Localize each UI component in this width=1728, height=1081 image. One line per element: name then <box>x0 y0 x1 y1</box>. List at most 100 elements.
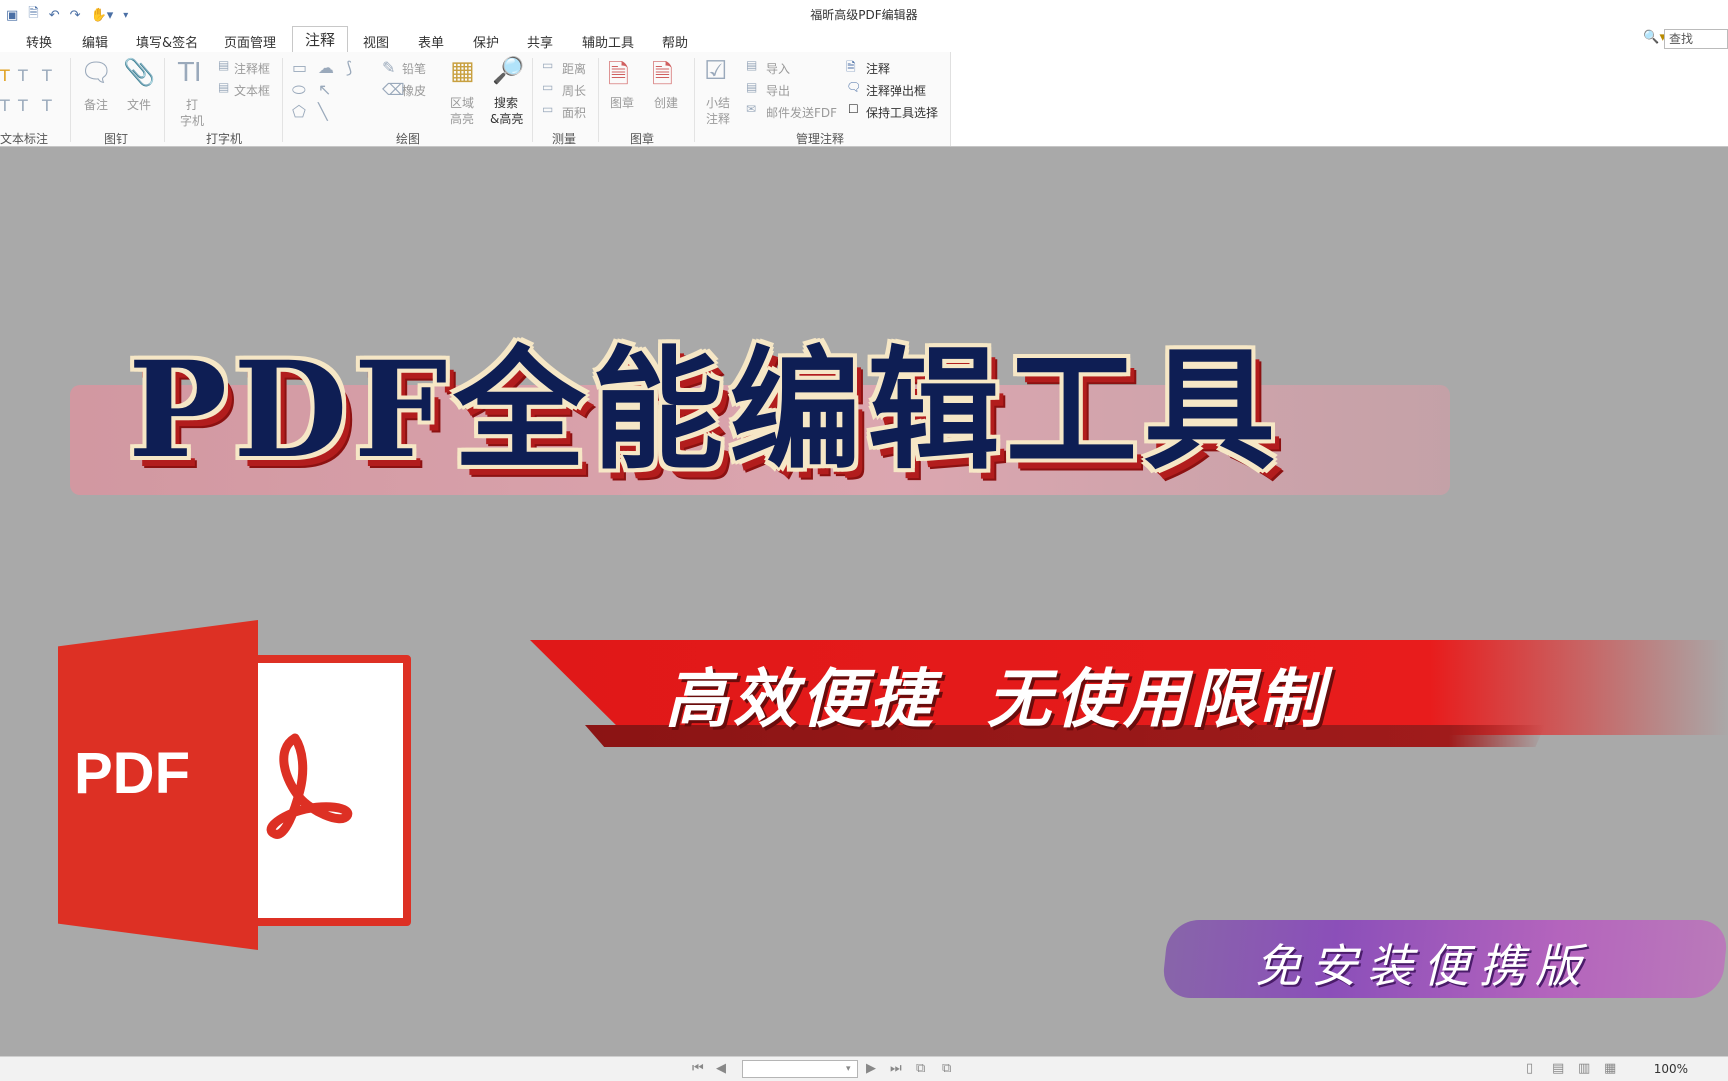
zoom-level[interactable]: 100% <box>1654 1062 1688 1076</box>
facing-page-icon[interactable]: ▥ <box>1578 1061 1590 1076</box>
line-icon[interactable]: ╲ <box>318 102 328 121</box>
single-page-icon[interactable]: ▯ <box>1526 1061 1533 1076</box>
ribbon-tabs: 转换 编辑 填写&签名 页面管理 注释 视图 表单 保护 共享 辅助工具 帮助 <box>0 26 1728 53</box>
tab-help[interactable]: 帮助 <box>662 32 688 51</box>
pencil-icon[interactable]: ✎ <box>382 58 395 77</box>
create-stamp-button[interactable]: 创建 <box>654 94 678 111</box>
tab-protect[interactable]: 保护 <box>473 32 499 51</box>
strikeout-icon[interactable]: T <box>42 66 52 85</box>
typewriter-button-line2[interactable]: 字机 <box>180 112 204 129</box>
group-label-typewriter: 打字机 <box>206 132 243 146</box>
area-icon[interactable]: ▭ <box>542 102 553 116</box>
first-page-icon[interactable]: ⏮ <box>692 1061 704 1076</box>
separator <box>164 58 165 142</box>
distance-icon[interactable]: ▭ <box>542 58 553 72</box>
typewriter-button-line1[interactable]: 打 <box>186 96 198 113</box>
separator <box>70 58 71 142</box>
tab-page-manage[interactable]: 页面管理 <box>224 32 276 51</box>
callout-button[interactable]: 注释框 <box>234 60 270 77</box>
search-highlight-line1[interactable]: 搜索 <box>494 94 518 111</box>
tab-form[interactable]: 表单 <box>418 32 444 51</box>
comment-popup-dropdown[interactable]: 注释弹出框 <box>866 82 926 99</box>
area-highlight-line1[interactable]: 区域 <box>450 94 474 111</box>
keep-tool-label: 保持工具选择 <box>866 106 939 120</box>
subheadline-part1: 高效便捷 <box>665 663 937 737</box>
last-page-icon[interactable]: ⏭ <box>890 1061 902 1076</box>
email-fdf-button[interactable]: 邮件发送FDF <box>766 104 837 121</box>
group-label-manage: 管理注释 <box>796 132 845 146</box>
group-label-text-markup: 文本标注 <box>0 132 49 146</box>
note-button[interactable]: 备注 <box>84 96 108 113</box>
subheadline-part2: 无使用限制 <box>987 663 1327 737</box>
squiggly-icon[interactable]: T <box>0 96 10 115</box>
search-input[interactable]: 查找 <box>1664 29 1728 49</box>
insert-text-icon[interactable]: T <box>42 96 52 115</box>
highlight-icon[interactable]: T <box>0 66 10 85</box>
file-button[interactable]: 文件 <box>127 96 151 113</box>
area-button[interactable]: 面积 <box>562 104 586 121</box>
note-icon[interactable]: 🗨 <box>80 58 113 88</box>
import-button[interactable]: 导入 <box>766 60 790 77</box>
group-label-drawing: 绘图 <box>396 132 421 146</box>
perimeter-icon[interactable]: ▭ <box>542 80 553 94</box>
separator <box>694 58 695 142</box>
stamp-button[interactable]: 图章 <box>610 94 634 111</box>
search-icon[interactable]: 🔍▾ <box>1643 30 1666 45</box>
underline-icon[interactable]: T <box>18 66 28 85</box>
next-view-icon[interactable]: ⧉ <box>942 1061 951 1076</box>
polygon-icon[interactable]: ⬠ <box>292 102 306 121</box>
status-bar: ⏮ ◀ ▾ ▶ ⏭ ⧉ ⧉ ▯ ▤ ▥ ▦ 100% <box>0 1056 1728 1081</box>
comment-dropdown[interactable]: 注释 <box>866 60 890 77</box>
import-icon[interactable]: ▤ <box>746 58 757 72</box>
comment-popup-icon[interactable]: 🗨 <box>846 80 861 94</box>
export-icon[interactable]: ▤ <box>746 80 757 94</box>
search-highlight-line2[interactable]: &高亮 <box>490 110 523 127</box>
textbox-button[interactable]: 文本框 <box>234 82 270 99</box>
callout-icon[interactable]: ▤ <box>218 58 229 72</box>
headline-text: PDF全能编辑工具 <box>128 333 1282 488</box>
continuous-facing-icon[interactable]: ▦ <box>1604 1061 1616 1076</box>
file-attach-icon[interactable]: 📎 <box>123 58 155 88</box>
area-highlight-icon[interactable]: ▦ <box>450 56 475 86</box>
summarize-icon[interactable]: ☑ <box>704 56 727 86</box>
page-number-input[interactable] <box>742 1060 858 1078</box>
pdf-logo-text: PDF <box>74 741 190 806</box>
separator <box>598 58 599 142</box>
keep-tool-checkbox[interactable]: ☐ <box>848 102 859 116</box>
tab-share[interactable]: 共享 <box>527 32 553 51</box>
search-highlight-icon[interactable]: 🔎 <box>492 56 524 86</box>
tab-view[interactable]: 视图 <box>363 32 389 51</box>
summarize-line2[interactable]: 注释 <box>706 110 730 127</box>
tab-convert[interactable]: 转换 <box>26 32 52 51</box>
textbox-icon[interactable]: ▤ <box>218 80 229 94</box>
cloud-icon[interactable]: ☁ <box>318 58 334 77</box>
comment-icon[interactable]: 🗎 <box>846 58 856 79</box>
tab-accessibility[interactable]: 辅助工具 <box>582 32 634 51</box>
email-fdf-icon[interactable]: ✉ <box>746 102 756 116</box>
prev-view-icon[interactable]: ⧉ <box>916 1061 925 1076</box>
distance-button[interactable]: 距离 <box>562 60 586 77</box>
title-bar: ▣ 🗎 ↶ ↷ ✋▾ ▾ 福昕高级PDF编辑器 <box>0 0 1728 26</box>
page-dropdown-icon[interactable]: ▾ <box>846 1064 851 1074</box>
oval-icon[interactable]: ⬭ <box>292 80 306 100</box>
pencil-button[interactable]: 铅笔 <box>402 60 426 77</box>
typewriter-icon[interactable]: TI <box>178 58 202 88</box>
next-page-icon[interactable]: ▶ <box>866 1061 876 1076</box>
window-title: 福昕高级PDF编辑器 <box>810 8 918 22</box>
replace-text-icon[interactable]: T <box>18 96 28 115</box>
rectangle-icon[interactable]: ▭ <box>292 58 307 77</box>
perimeter-button[interactable]: 周长 <box>562 82 586 99</box>
export-button[interactable]: 导出 <box>766 82 790 99</box>
summarize-line1[interactable]: 小结 <box>706 94 730 111</box>
eraser-button[interactable]: 橡皮 <box>402 82 426 99</box>
prev-page-icon[interactable]: ◀ <box>716 1061 726 1076</box>
arrow-icon[interactable]: ↖ <box>318 80 331 99</box>
ribbon-panel: T T T T T T 文本标注 🗨 备注 📎 文件 图钉 TI 打 字机 ▤ … <box>0 52 951 146</box>
tab-comment[interactable]: 注释 <box>292 26 349 53</box>
portable-edition-tag: 免安装便携版 <box>1255 939 1591 993</box>
tab-edit[interactable]: 编辑 <box>82 32 108 51</box>
tab-fill-sign[interactable]: 填写&签名 <box>136 32 198 51</box>
continuous-page-icon[interactable]: ▤ <box>1552 1061 1564 1076</box>
polyline-icon[interactable]: ⟆ <box>346 58 352 77</box>
area-highlight-line2[interactable]: 高亮 <box>450 110 474 127</box>
